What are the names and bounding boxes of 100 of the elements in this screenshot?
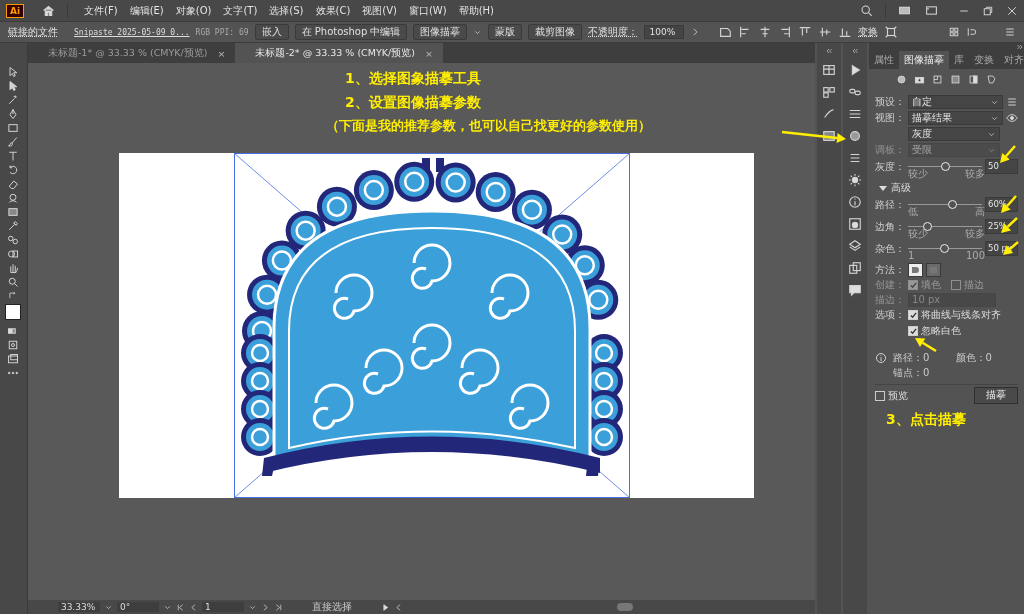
panel-tab[interactable]: 对齐 — [999, 51, 1024, 69]
file-name-link[interactable]: Snipaste_2025-05-09_0... — [74, 27, 190, 37]
toolbar-button[interactable]: 蒙版 — [488, 24, 523, 40]
eye-icon[interactable] — [1006, 112, 1018, 124]
info-icon[interactable] — [848, 195, 863, 209]
menu-item[interactable]: 窗口(W) — [404, 1, 451, 20]
camera-icon[interactable] — [914, 74, 925, 85]
align-top-icon[interactable] — [798, 25, 813, 39]
triangle-icon[interactable] — [879, 184, 887, 192]
slider-thumb[interactable] — [923, 222, 933, 231]
close-tab-button[interactable]: × — [217, 47, 226, 59]
panel-tab[interactable]: 库 — [949, 51, 969, 69]
advanced-toggle[interactable]: 高级 — [875, 181, 1018, 195]
low-color-icon[interactable] — [932, 74, 943, 85]
blend-icon[interactable] — [7, 233, 20, 246]
slider-thumb[interactable] — [941, 162, 950, 171]
auto-color-icon[interactable] — [896, 74, 907, 85]
menu-item[interactable]: 文字(T) — [219, 1, 262, 20]
transform-label[interactable]: 变换 — [858, 25, 879, 39]
eyedropper-icon[interactable] — [7, 219, 20, 232]
zoom-field[interactable]: 33.33% — [57, 602, 100, 612]
gradient-panel-icon[interactable] — [822, 129, 837, 143]
opacity-field[interactable]: 100% — [644, 25, 685, 39]
magic-wand-icon[interactable] — [7, 93, 20, 106]
workspace-icon[interactable] — [898, 4, 911, 17]
restore-icon[interactable] — [982, 4, 994, 17]
menu-item[interactable]: 文件(F) — [80, 1, 122, 20]
swatches-icon[interactable] — [822, 85, 837, 99]
chevron-left-icon[interactable] — [393, 602, 403, 612]
checkbox[interactable] — [875, 390, 885, 401]
menu-item[interactable]: 编辑(E) — [125, 1, 168, 20]
panel-tab[interactable]: 图像描摹 — [899, 51, 949, 69]
method-option[interactable] — [908, 263, 923, 277]
grayscale-icon[interactable] — [950, 74, 961, 85]
comment-icon[interactable] — [848, 283, 863, 297]
slider-thumb[interactable] — [940, 244, 950, 253]
fill-swatch[interactable] — [5, 304, 22, 320]
artboards-icon[interactable] — [848, 261, 863, 275]
contrast-icon[interactable] — [968, 74, 979, 85]
table-icon[interactable] — [822, 63, 837, 77]
play-icon[interactable] — [380, 602, 390, 612]
direct-selection-icon[interactable] — [7, 79, 20, 92]
rotate-icon[interactable] — [7, 163, 20, 176]
checkbox[interactable] — [908, 310, 918, 320]
menu-item[interactable]: 效果(C) — [311, 1, 355, 20]
toolbar-button[interactable]: 裁剪图像 — [528, 24, 583, 40]
brush-icon[interactable] — [7, 135, 20, 148]
rectangle-icon[interactable] — [7, 121, 20, 134]
slider[interactable] — [908, 244, 982, 253]
arrange-icon[interactable] — [966, 26, 978, 38]
collapse-icon[interactable] — [851, 47, 860, 55]
toolbar-button[interactable]: 在 Photoshop 中编辑 — [294, 24, 408, 40]
shape-builder-icon[interactable] — [7, 247, 20, 260]
panel-icon[interactable] — [925, 4, 938, 17]
eraser-icon[interactable] — [7, 177, 20, 190]
screen-mode-icon[interactable] — [7, 352, 20, 365]
previous-page-icon[interactable] — [188, 602, 198, 612]
selection-arrow-icon[interactable] — [7, 65, 20, 78]
menu-item[interactable]: 视图(V) — [358, 1, 401, 20]
menu-item[interactable]: 对象(O) — [171, 1, 216, 20]
pen-icon[interactable] — [7, 107, 20, 120]
layers-icon[interactable] — [848, 239, 863, 253]
sun-icon[interactable] — [848, 173, 863, 187]
image-trace-icon[interactable] — [848, 217, 863, 231]
shape-icon[interactable] — [718, 25, 733, 39]
toolbar-button[interactable]: 图像描摹 — [413, 24, 468, 40]
rotation-field[interactable]: 0° — [116, 602, 159, 612]
toolbar-button[interactable]: 嵌入 — [254, 24, 289, 40]
list-icon[interactable] — [1004, 26, 1016, 38]
collapse-icon[interactable] — [825, 47, 834, 55]
last-page-icon[interactable] — [273, 602, 283, 612]
list-icon[interactable] — [1006, 96, 1018, 108]
menu-item[interactable]: 帮助(H) — [454, 1, 498, 20]
close-icon[interactable] — [1006, 4, 1018, 17]
preset-dropdown[interactable]: 自定 — [908, 95, 1003, 109]
panel-tab[interactable]: 变换 — [969, 51, 999, 69]
slider[interactable] — [908, 222, 982, 231]
view-dropdown[interactable]: 描摹结果 — [908, 111, 1003, 125]
trace-button[interactable]: 描摹 — [974, 387, 1018, 404]
close-tab-button[interactable]: × — [424, 47, 433, 59]
home-icon[interactable] — [42, 4, 56, 17]
hand-icon[interactable] — [7, 261, 20, 274]
document-tab[interactable]: 未标题-2* @ 33.33 % (CMYK/预览) × — [235, 43, 443, 63]
stroke-icon[interactable] — [848, 107, 863, 121]
text-icon[interactable] — [7, 149, 20, 162]
expand-icon[interactable] — [1016, 43, 1024, 51]
outline-icon[interactable] — [986, 74, 997, 85]
slider[interactable] — [908, 162, 982, 171]
artboard-field[interactable]: 1 — [201, 602, 244, 612]
menu-item[interactable]: 选择(S) — [265, 1, 308, 20]
checkbox[interactable] — [908, 326, 918, 336]
grid-icon[interactable] — [948, 26, 960, 38]
first-page-icon[interactable] — [175, 602, 185, 612]
transform-icon[interactable] — [884, 25, 899, 39]
scrollbar-thumb[interactable] — [616, 603, 633, 611]
gradient-icon[interactable] — [7, 205, 20, 218]
panel-tab[interactable]: 属性 — [869, 51, 899, 69]
search-icon[interactable] — [860, 4, 873, 17]
value-field[interactable]: 50 — [985, 159, 1018, 174]
mode-dropdown[interactable]: 灰度 — [908, 127, 1000, 141]
